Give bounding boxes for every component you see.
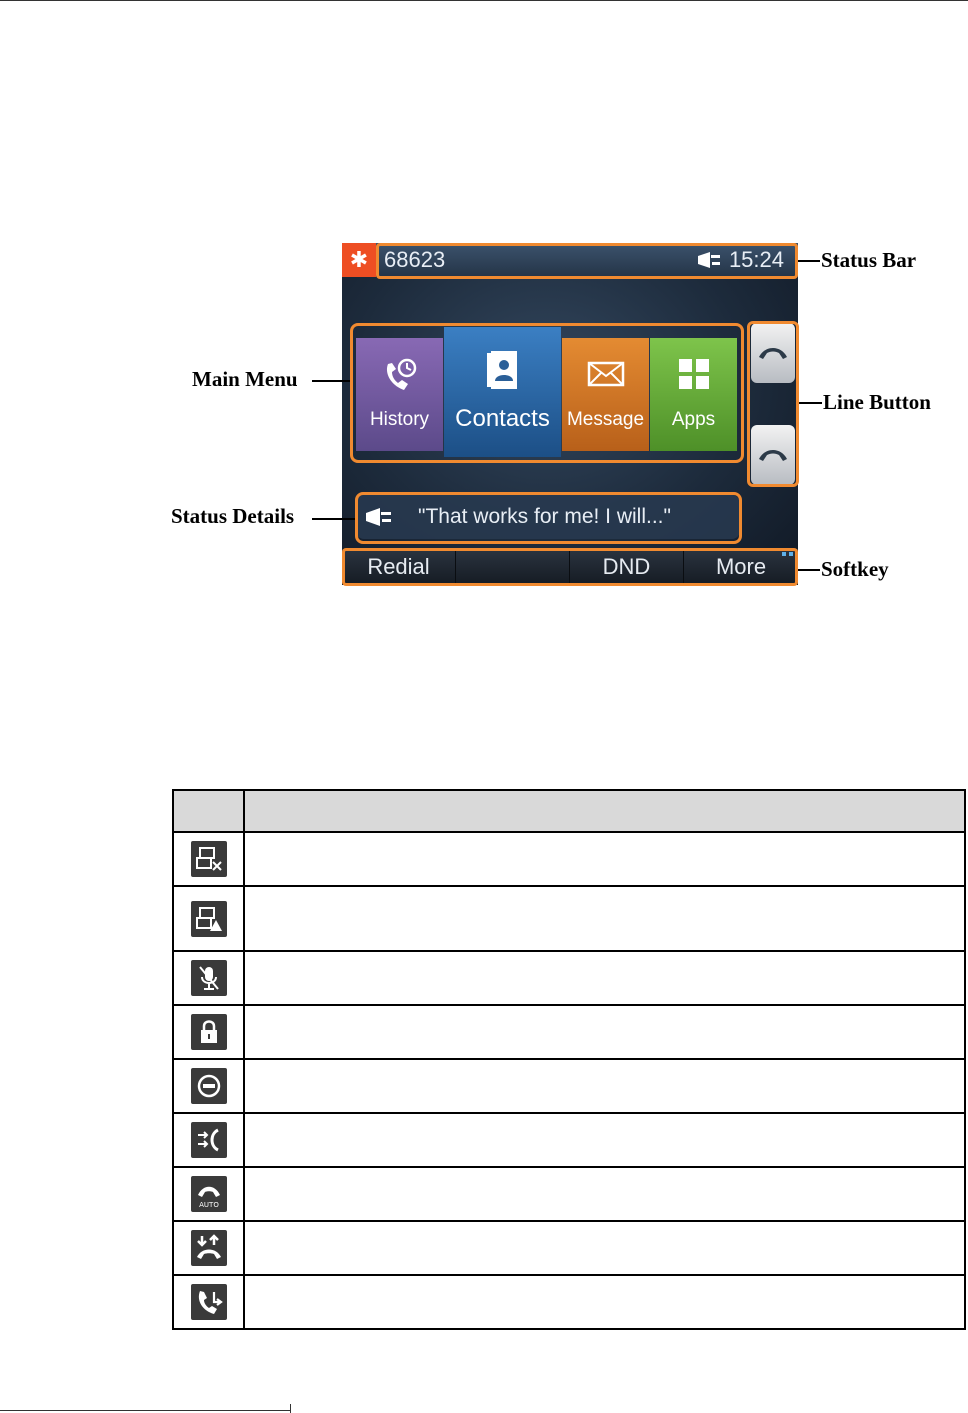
lock-icon bbox=[190, 1014, 227, 1050]
callout-status-details: Status Details bbox=[171, 504, 295, 528]
leader-line bbox=[798, 260, 820, 262]
call-forward-icon bbox=[190, 1122, 227, 1158]
table-row bbox=[172, 1274, 966, 1330]
missed-call-icon bbox=[190, 1230, 227, 1266]
call-pickup-icon bbox=[190, 1284, 227, 1320]
table-row-text bbox=[243, 1004, 966, 1060]
table-row-text bbox=[243, 1058, 966, 1114]
table-row-text bbox=[243, 831, 966, 887]
footer-rule-tick bbox=[290, 1404, 291, 1413]
callout-line-button: Line Button bbox=[823, 390, 931, 414]
table-header-description bbox=[243, 789, 966, 833]
callout-main-menu: Main Menu bbox=[192, 367, 298, 391]
network-unavailable-icon bbox=[190, 841, 227, 877]
leader-line bbox=[799, 402, 822, 404]
table-row-text bbox=[243, 1220, 966, 1276]
table-header-icon bbox=[172, 789, 245, 833]
svg-text:AUTO: AUTO bbox=[199, 1201, 219, 1209]
table-row bbox=[172, 885, 966, 952]
table-row bbox=[172, 831, 966, 887]
logo-icon: ✱ bbox=[342, 243, 376, 277]
callout-frame-status-bar bbox=[376, 243, 798, 279]
leader-line bbox=[312, 380, 350, 382]
callout-softkey: Softkey bbox=[821, 557, 889, 581]
leader-line bbox=[312, 518, 355, 520]
callout-frame-softkey bbox=[342, 548, 798, 586]
table-row-text bbox=[243, 1112, 966, 1168]
callout-frame-status-details bbox=[355, 492, 742, 544]
table-row bbox=[172, 1004, 966, 1060]
network-warning-icon bbox=[190, 900, 227, 937]
leader-line bbox=[798, 569, 820, 571]
table-row: AUTO bbox=[172, 1166, 966, 1222]
auto-answer-icon: AUTO bbox=[190, 1176, 227, 1212]
callout-frame-line-button bbox=[747, 321, 799, 487]
table-header-row bbox=[172, 789, 966, 833]
icon-table: AUTO bbox=[172, 789, 966, 1330]
table-row-text bbox=[243, 1274, 966, 1330]
table-row bbox=[172, 1220, 966, 1276]
mute-icon bbox=[190, 960, 227, 996]
page-top-rule bbox=[0, 0, 968, 1]
table-row bbox=[172, 950, 966, 1006]
table-row-text bbox=[243, 885, 966, 952]
table-row bbox=[172, 1058, 966, 1114]
callout-status-bar: Status Bar bbox=[821, 248, 917, 272]
table-row-text bbox=[243, 1166, 966, 1222]
table-row-text bbox=[243, 950, 966, 1006]
callout-frame-main-menu bbox=[350, 323, 744, 463]
table-row bbox=[172, 1112, 966, 1168]
dnd-icon bbox=[190, 1068, 227, 1104]
footer-rule bbox=[0, 1410, 290, 1411]
